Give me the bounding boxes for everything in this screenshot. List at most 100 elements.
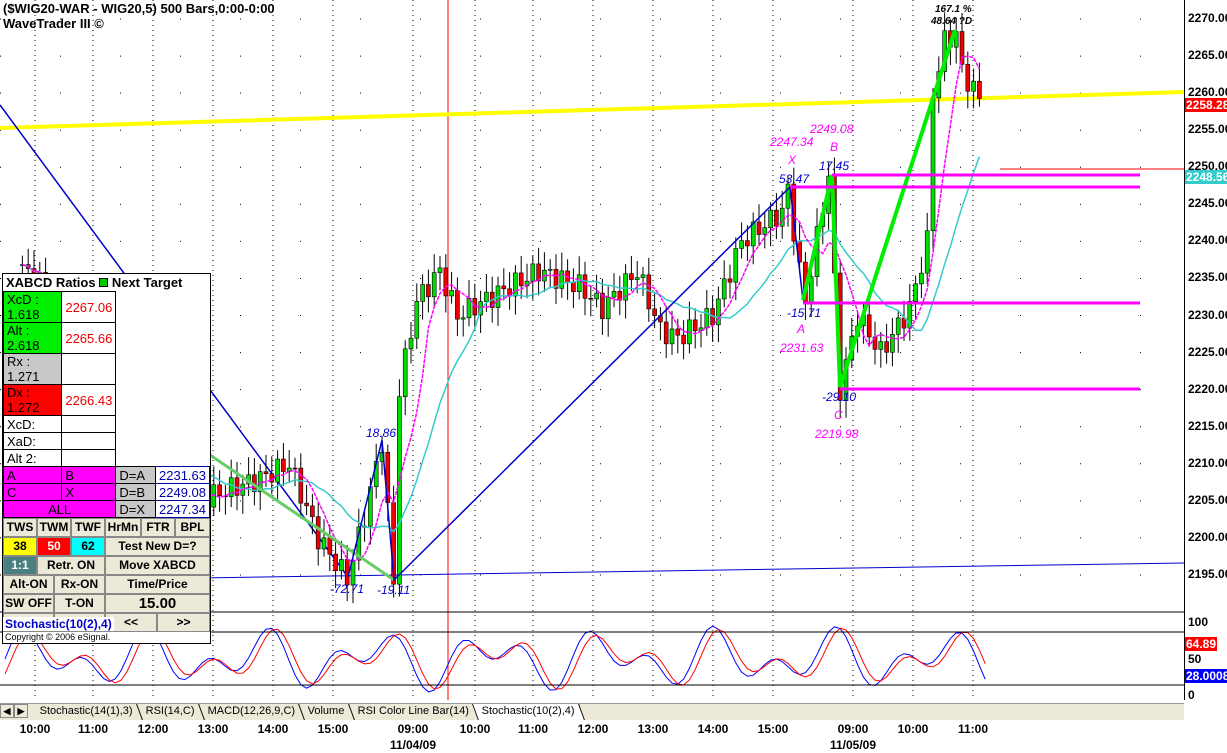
candle: [292, 467, 298, 470]
rx-toggle[interactable]: Rx-ON: [54, 575, 105, 594]
candle: [640, 274, 646, 278]
all-points-button[interactable]: ALL: [2, 500, 117, 518]
stoch-tick: 100: [1188, 615, 1209, 629]
point-button[interactable]: X: [61, 483, 117, 501]
point-value: 2247.34: [155, 500, 210, 518]
indicator-tab[interactable]: MACD(12,26,9,C): [198, 704, 306, 720]
candle: [971, 80, 976, 92]
fib-62-button[interactable]: 62: [71, 537, 105, 556]
price-tick: 2230.00: [1188, 307, 1227, 322]
candle: [414, 301, 420, 339]
candle: [704, 308, 710, 329]
a-value: 2231.63: [780, 341, 824, 355]
timeframe-button[interactable]: HrMn: [105, 518, 141, 537]
candle: [727, 278, 733, 283]
ratio-row[interactable]: Alt 2:: [2, 449, 210, 467]
ratio-label-cell: XcD : 1.618: [2, 291, 63, 323]
tab-label: RSI(14,C): [145, 705, 195, 717]
point-value: 2231.63: [155, 466, 210, 484]
ratio-row[interactable]: XaD:: [2, 432, 210, 450]
indicator-title: WaveTrader III ©: [3, 16, 104, 31]
candle: [721, 278, 727, 300]
move-xabcd-button[interactable]: Move XABCD: [105, 556, 210, 575]
symbol-title: ($WIG20-WAR - WIG20,5) 500 Bars,0:00-0:0…: [3, 1, 275, 16]
sw-toggle[interactable]: SW OFF: [3, 594, 54, 613]
candle: [762, 227, 768, 235]
candle: [321, 537, 327, 550]
ratio-1-1-button[interactable]: 1:1: [3, 556, 37, 575]
ratio-value: 1.272: [7, 400, 40, 415]
timeframe-button[interactable]: TWM: [37, 518, 71, 537]
candle: [339, 559, 344, 572]
indicator-tab[interactable]: RSI(14,C): [137, 704, 205, 720]
candle: [675, 328, 681, 336]
point-button[interactable]: C: [2, 483, 63, 501]
timeframe-button[interactable]: FTR: [141, 518, 175, 537]
point-row: A B D=A 2231.63: [2, 466, 210, 484]
candle: [547, 268, 553, 271]
time-label: 11:00: [957, 722, 989, 736]
timeframe-button[interactable]: TWF: [71, 518, 105, 537]
candle: [745, 240, 750, 247]
fib-38-button[interactable]: 38: [3, 537, 37, 556]
value-field[interactable]: 15.00: [105, 594, 210, 613]
d-equals-label: D=B: [115, 483, 156, 501]
candle: [890, 334, 895, 353]
indicator-tab[interactable]: Stochastic(14(1),3): [31, 704, 143, 720]
price-tick: 2210.00: [1188, 455, 1227, 470]
time-label: 13:00: [637, 722, 669, 736]
date-label: 11/05/09: [829, 738, 877, 752]
candle: [402, 348, 408, 397]
x-value: 2247.34: [770, 135, 814, 149]
stoch-tick: 0: [1188, 688, 1195, 702]
tab-label: Stochastic(14(1),3): [39, 705, 133, 717]
xabcd-panel: XABCD Ratios Next Target XcD : 1.618 2267…: [2, 273, 211, 644]
tab-scroll-right-icon[interactable]: ▶: [14, 704, 28, 718]
ratio-row[interactable]: Dx : 1.272 2266.43: [2, 384, 210, 416]
point-button[interactable]: B: [61, 466, 117, 484]
point-row: C X D=B 2249.08: [2, 483, 210, 501]
timeframe-button[interactable]: BPL: [175, 518, 210, 537]
candle: [582, 274, 588, 299]
ratio-row[interactable]: XcD : 1.618 2267.06: [2, 291, 210, 323]
ratio-label-cell: Rx : 1.271: [2, 353, 63, 385]
candle: [600, 292, 605, 320]
stoch-d-tag: 28.0008: [1185, 669, 1227, 683]
tab-scroll-left-icon[interactable]: ◀: [0, 704, 14, 718]
candle: [965, 64, 971, 92]
time-price-button[interactable]: Time/Price: [105, 575, 210, 594]
alt-toggle[interactable]: Alt-ON: [3, 575, 54, 594]
fib-50-button[interactable]: 50: [37, 537, 71, 556]
b-label: B: [830, 140, 839, 154]
t-toggle[interactable]: T-ON: [54, 594, 105, 613]
tab-label: Stochastic(10(2),4): [481, 705, 575, 717]
candle: [681, 334, 686, 345]
ratio-row[interactable]: Alt : 2.618 2265.66: [2, 322, 210, 354]
candle: [443, 267, 449, 297]
test-new-d-button[interactable]: Test New D=?: [105, 537, 210, 556]
ratio-row[interactable]: Rx : 1.271: [2, 353, 210, 385]
price-tick: 2220.00: [1188, 381, 1227, 396]
candle: [484, 291, 489, 302]
ratio-row[interactable]: XcD:: [2, 415, 210, 433]
next-button[interactable]: >>: [157, 613, 210, 632]
point-button[interactable]: A: [2, 466, 63, 484]
indicator-tab[interactable]: Volume: [299, 704, 355, 720]
point-value: 2249.08: [155, 483, 210, 501]
timeframe-button[interactable]: TWS: [3, 518, 37, 537]
candle: [977, 80, 982, 99]
ratio-label: XcD:: [7, 416, 36, 432]
candle: [397, 396, 402, 585]
ratio-swing-low-2: -19.11: [377, 583, 411, 597]
candle: [437, 267, 443, 273]
indicator-tabs: ◀ ▶ Stochastic(14(1),3) RSI(14,C) MACD(12,…: [0, 703, 1184, 720]
retracement-toggle[interactable]: Retr. ON: [37, 556, 105, 575]
ratio-label-cell: Alt 2:: [2, 449, 63, 467]
candle: [571, 281, 576, 292]
candle: [333, 553, 338, 572]
price-tick: 2200.00: [1188, 529, 1227, 544]
indicator-tab[interactable]: RSI Color Line Bar(14): [349, 704, 480, 720]
indicator-tab[interactable]: Stochastic(10(2),4): [473, 704, 586, 720]
price-tick: 2205.00: [1188, 492, 1227, 507]
candle: [588, 297, 594, 300]
